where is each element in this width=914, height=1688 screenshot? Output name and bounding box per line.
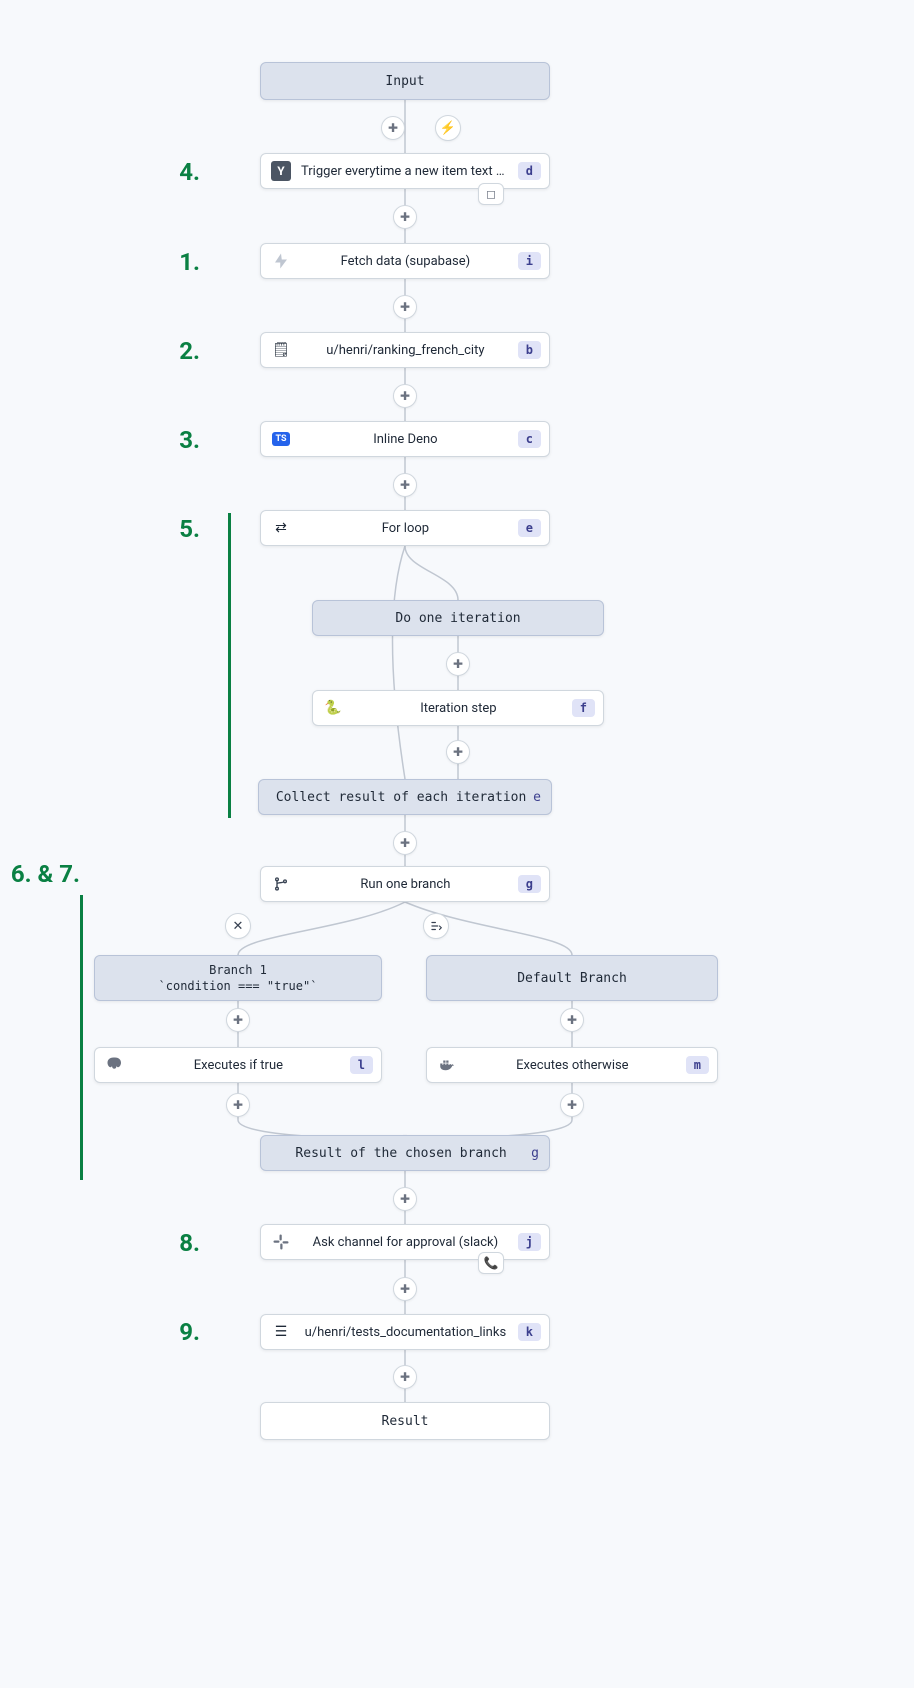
loop-icon: ⇄ <box>269 516 293 540</box>
run-branch-label: Run one branch <box>297 877 514 892</box>
fetch-step[interactable]: Fetch data (supabase) i <box>260 243 550 279</box>
forloop-badge: e <box>518 519 541 537</box>
branch1-title: Branch 1 <box>209 963 267 977</box>
exec-true-step[interactable]: Executes if true l <box>94 1047 382 1083</box>
do-iteration-node[interactable]: Do one iteration <box>312 600 604 636</box>
collect-node[interactable]: Collect result of each iteration e <box>258 779 552 815</box>
add-step-button[interactable]: ✚ <box>560 1093 584 1117</box>
add-step-button[interactable]: ✚ <box>393 473 417 497</box>
stop-icon: ◻ <box>478 183 504 205</box>
inline-deno-badge: c <box>518 430 541 448</box>
phone-icon: 📞 <box>478 1252 504 1274</box>
supabase-icon <box>269 249 293 273</box>
add-step-button[interactable]: ✚ <box>393 1277 417 1301</box>
add-step-button[interactable]: ✚ <box>560 1008 584 1032</box>
annotation-2: 2. <box>160 337 200 365</box>
annotation-1: 1. <box>160 248 200 276</box>
add-step-button[interactable]: ✚ <box>393 831 417 855</box>
collect-badge: e <box>533 790 541 805</box>
add-step-button[interactable]: ✚ <box>393 1365 417 1389</box>
add-step-button[interactable]: ✚ <box>226 1093 250 1117</box>
close-icon[interactable]: ✕ <box>225 913 251 939</box>
add-step-button[interactable]: ✚ <box>393 384 417 408</box>
fetch-label: Fetch data (supabase) <box>297 254 514 269</box>
add-step-button[interactable]: ✚ <box>226 1008 250 1032</box>
input-node[interactable]: Input <box>260 62 550 100</box>
annotation-9: 9. <box>160 1318 200 1346</box>
branch-indicator-bar <box>80 895 83 1180</box>
iteration-step-badge: f <box>572 699 595 717</box>
tests-label: u/henri/tests_documentation_links <box>297 1325 514 1340</box>
slack-icon <box>269 1230 293 1254</box>
exec-true-label: Executes if true <box>131 1058 346 1073</box>
exec-true-badge: l <box>350 1056 373 1074</box>
options-icon[interactable] <box>423 913 449 939</box>
postgres-icon <box>103 1053 127 1077</box>
branch1-node[interactable]: Branch 1 `condition === "true"` <box>94 955 382 1001</box>
slack-label: Ask channel for approval (slack) <box>297 1235 514 1250</box>
tests-step[interactable]: ☰ u/henri/tests_documentation_links k <box>260 1314 550 1350</box>
hn-icon: Y <box>269 159 293 183</box>
exec-other-label: Executes otherwise <box>463 1058 682 1073</box>
result-label: Result <box>382 1414 429 1429</box>
default-branch-label: Default Branch <box>517 971 627 986</box>
annotation-4: 4. <box>160 158 200 186</box>
exec-other-badge: m <box>686 1056 709 1074</box>
add-step-button[interactable]: ✚ <box>446 652 470 676</box>
annotation-5: 5. <box>160 515 200 543</box>
do-iteration-label: Do one iteration <box>395 611 520 626</box>
forloop-step[interactable]: ⇄ For loop e <box>260 510 550 546</box>
default-branch-node[interactable]: Default Branch <box>426 955 718 1001</box>
result-branch-label: Result of the chosen branch <box>295 1146 506 1161</box>
add-step-button[interactable]: ✚ <box>393 205 417 229</box>
input-label: Input <box>385 74 424 89</box>
annotation-8: 8. <box>160 1229 200 1257</box>
slack-badge: j <box>518 1233 541 1251</box>
ranking-step[interactable]: 🗒 u/henri/ranking_french_city b <box>260 332 550 368</box>
add-step-button[interactable]: ✚ <box>393 1187 417 1211</box>
trigger-label: Trigger everytime a new item text o… <box>297 164 514 179</box>
inline-deno-label: Inline Deno <box>297 432 514 447</box>
ranking-label: u/henri/ranking_french_city <box>297 343 514 358</box>
iteration-step[interactable]: 🐍 Iteration step f <box>312 690 604 726</box>
forloop-label: For loop <box>297 521 514 536</box>
calculator-icon: 🗒 <box>269 338 293 362</box>
annotation-3: 3. <box>160 426 200 454</box>
collect-label: Collect result of each iteration <box>276 790 526 805</box>
lightning-icon[interactable]: ⚡ <box>435 115 461 141</box>
ts-icon: TS <box>269 427 293 451</box>
add-step-button[interactable]: ✚ <box>393 295 417 319</box>
annotation-6-7: 6. & 7. <box>10 860 80 888</box>
inline-deno-step[interactable]: TS Inline Deno c <box>260 421 550 457</box>
slack-step[interactable]: Ask channel for approval (slack) j <box>260 1224 550 1260</box>
add-step-button[interactable]: ✚ <box>381 116 405 140</box>
branch1-condition: `condition === "true"` <box>159 979 318 993</box>
iteration-step-label: Iteration step <box>349 701 568 716</box>
exec-other-step[interactable]: Executes otherwise m <box>426 1047 718 1083</box>
add-step-button[interactable]: ✚ <box>446 740 470 764</box>
fetch-badge: i <box>518 252 541 270</box>
result-node[interactable]: Result <box>260 1402 550 1440</box>
trigger-step[interactable]: Y Trigger everytime a new item text o… d <box>260 153 550 189</box>
run-branch-step[interactable]: Run one branch g <box>260 866 550 902</box>
loop-indicator-bar <box>228 513 231 818</box>
python-icon: 🐍 <box>321 696 345 720</box>
script-icon: ☰ <box>269 1320 293 1344</box>
run-branch-badge: g <box>518 875 541 893</box>
ranking-badge: b <box>518 341 541 359</box>
docker-icon <box>435 1053 459 1077</box>
branch-icon <box>269 872 293 896</box>
tests-badge: k <box>518 1323 541 1341</box>
result-branch-node[interactable]: Result of the chosen branch g <box>260 1135 550 1171</box>
result-branch-badge: g <box>531 1146 539 1161</box>
trigger-badge: d <box>518 162 541 180</box>
